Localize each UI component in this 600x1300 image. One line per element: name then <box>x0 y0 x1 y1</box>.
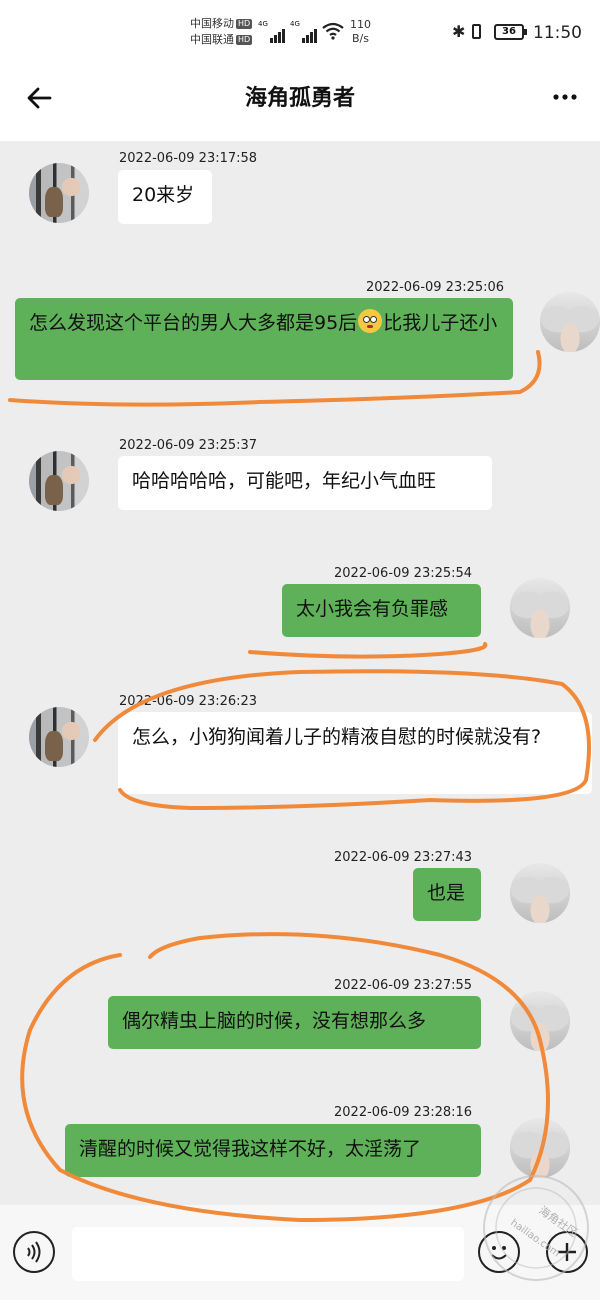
message-text: 哈哈哈哈哈，可能吧，年纪小气血旺 <box>132 470 437 492</box>
clock: 11:50 <box>533 23 582 43</box>
message-timestamp: 2022-06-09 23:25:54 <box>334 566 473 581</box>
signal-icon: 4G <box>290 20 318 43</box>
message-timestamp: 2022-06-09 23:17:58 <box>119 151 258 166</box>
message-list[interactable]: 2022-06-09 23:17:58 20来岁 2022-06-09 23:2… <box>0 141 600 1205</box>
bluetooth-icon: ✱ <box>452 22 466 41</box>
self-avatar[interactable] <box>510 991 570 1051</box>
message-bubble-outgoing[interactable]: 清醒的时候又觉得我这样不好，太淫荡了 <box>65 1124 481 1177</box>
vibrate-icon <box>472 24 481 39</box>
signal-icon: 4G <box>258 20 286 43</box>
more-options-icon[interactable] <box>550 82 580 112</box>
message-bubble-incoming[interactable]: 哈哈哈哈哈，可能吧，年纪小气血旺 <box>118 456 492 510</box>
message-bubble-outgoing[interactable]: 太小我会有负罪感 <box>282 584 481 637</box>
message-timestamp: 2022-06-09 23:27:43 <box>334 850 473 865</box>
battery-icon: 36 <box>494 24 527 40</box>
carrier-2: 中国联通 <box>190 33 234 46</box>
contact-avatar[interactable] <box>29 163 89 223</box>
add-more-icon[interactable] <box>546 1231 588 1273</box>
message-timestamp: 2022-06-09 23:27:55 <box>334 978 473 993</box>
message-text: 也是 <box>427 882 466 904</box>
battery-level: 36 <box>502 26 516 37</box>
net-type-2: 4G <box>290 20 300 28</box>
voice-input-icon[interactable] <box>13 1231 55 1273</box>
message-text: 比我儿子还小 <box>383 312 498 334</box>
message-text: 偶尔精虫上脑的时候，没有想那么多 <box>122 1010 427 1032</box>
message-text: 清醒的时候又觉得我这样不好，太淫荡了 <box>79 1138 422 1160</box>
message-timestamp: 2022-06-09 23:26:23 <box>119 694 258 709</box>
self-avatar[interactable] <box>540 292 600 352</box>
message-text: 怎么，小狗狗闻着儿子的精液自慰的时候就没有? <box>132 726 542 748</box>
chat-header: 海角孤勇者 <box>0 68 600 141</box>
message-bubble-outgoing[interactable]: 怎么发现这个平台的男人大多都是95后 比我儿子还小 <box>15 298 513 380</box>
message-bubble-outgoing[interactable]: 也是 <box>413 868 481 921</box>
wifi-icon <box>322 22 344 40</box>
net-speed-unit: B/s <box>352 32 369 45</box>
self-avatar[interactable] <box>510 863 570 923</box>
self-avatar[interactable] <box>510 1118 570 1178</box>
emoji-icon[interactable] <box>478 1231 520 1273</box>
status-bar: 中国移动 HD 中国联通 HD 4G 4G 110 B/s ✱ 36 11:50 <box>0 0 600 68</box>
message-bubble-incoming[interactable]: 20来岁 <box>118 170 212 224</box>
message-timestamp: 2022-06-09 23:28:16 <box>334 1105 473 1120</box>
flushed-face-emoji <box>358 309 383 333</box>
input-bar <box>0 1205 600 1300</box>
carrier-1: 中国移动 <box>190 17 234 30</box>
contact-avatar[interactable] <box>29 707 89 767</box>
message-timestamp: 2022-06-09 23:25:37 <box>119 438 258 453</box>
message-text: 太小我会有负罪感 <box>296 598 449 620</box>
message-bubble-incoming[interactable]: 怎么，小狗狗闻着儿子的精液自慰的时候就没有? <box>118 712 592 794</box>
contact-avatar[interactable] <box>29 451 89 511</box>
network-speed: 110 B/s <box>350 18 371 46</box>
chat-title: 海角孤勇者 <box>244 86 355 111</box>
message-timestamp: 2022-06-09 23:25:06 <box>366 280 505 295</box>
hd-badge: HD <box>236 19 253 29</box>
message-text: 20来岁 <box>132 184 195 206</box>
message-text: 怎么发现这个平台的男人大多都是95后 <box>29 312 358 334</box>
self-avatar[interactable] <box>510 578 570 638</box>
message-input[interactable] <box>72 1227 464 1281</box>
net-speed-value: 110 <box>350 18 371 31</box>
hd-badge: HD <box>236 35 253 45</box>
net-type-1: 4G <box>258 20 268 28</box>
carrier-info: 中国移动 HD 中国联通 HD <box>190 16 253 48</box>
message-bubble-outgoing[interactable]: 偶尔精虫上脑的时候，没有想那么多 <box>108 996 481 1049</box>
